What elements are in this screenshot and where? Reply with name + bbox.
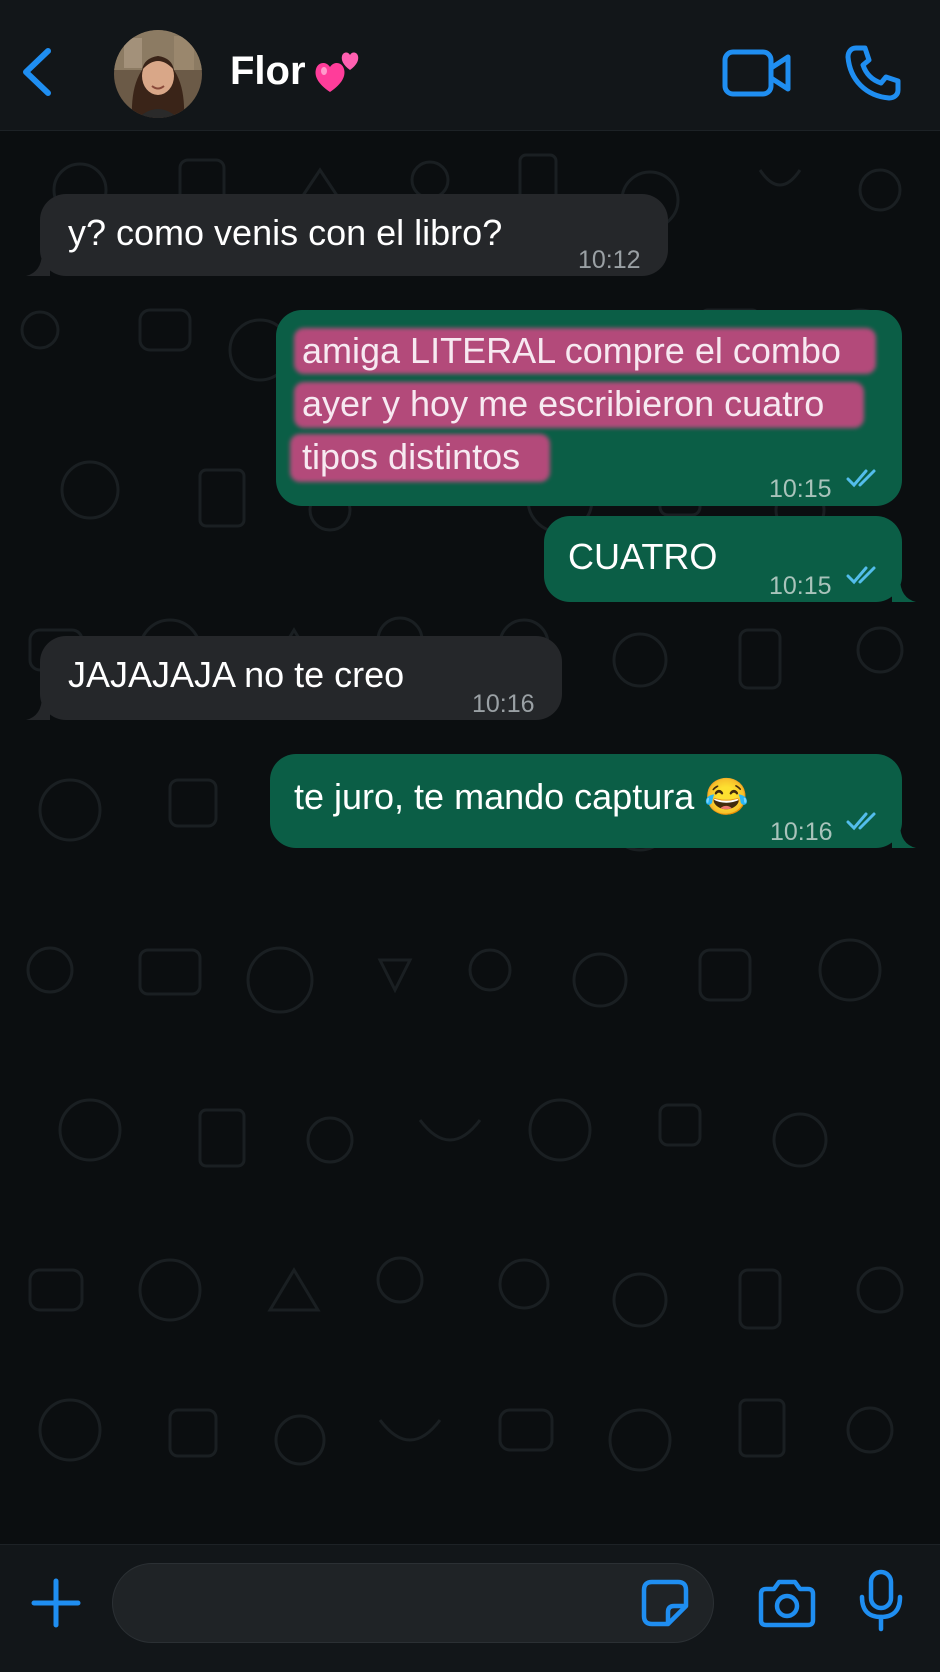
two-hearts-emoji <box>312 46 364 98</box>
plus-icon <box>31 1578 81 1628</box>
message-time: 10:15 <box>769 572 832 600</box>
message-text: y? como venis con el libro? <box>68 212 503 253</box>
message-text-line: ayer y hoy me escribieron cuatro <box>302 383 825 424</box>
message-bubble-outgoing[interactable]: CUATRO 10:15 <box>544 516 916 602</box>
video-camera-icon <box>722 49 791 97</box>
bubble-tail <box>892 824 916 848</box>
contact-name[interactable]: Flor <box>230 46 306 96</box>
message-text-line: amiga LITERAL compre el combo <box>302 330 841 371</box>
sticker-icon <box>641 1579 689 1627</box>
message-bubble-incoming[interactable]: y? como venis con el libro? 10:12 <box>26 194 668 276</box>
message-text: CUATRO <box>568 536 718 577</box>
message-bubble-outgoing[interactable]: te juro, te mando captura 😂 10:16 <box>270 754 916 848</box>
camera-icon <box>758 1579 816 1628</box>
bubble-tail <box>26 696 50 720</box>
chevron-left-icon <box>23 48 51 96</box>
phone-icon <box>845 45 901 101</box>
message-time: 10:16 <box>770 818 833 846</box>
message-time: 10:12 <box>578 246 641 274</box>
message-bubble-outgoing[interactable]: amiga LITERAL compre el combo ayer y hoy… <box>276 310 902 506</box>
read-ticks-icon <box>846 469 876 488</box>
bubble-tail <box>26 252 50 276</box>
attach-button[interactable] <box>30 1577 82 1629</box>
message-time: 10:16 <box>472 690 535 718</box>
chat-screen: Flor y? como venis con el libro? 10:12 a… <box>0 0 940 1672</box>
message-time: 10:15 <box>769 475 832 503</box>
message-input-bar <box>0 1544 940 1672</box>
read-ticks-icon <box>846 812 876 831</box>
message-text: JAJAJAJA no te creo <box>68 654 405 695</box>
message-input[interactable] <box>112 1563 714 1643</box>
message-text: te juro, te mando captura 😂 <box>294 776 750 817</box>
chat-header: Flor <box>0 0 940 131</box>
voice-call-button[interactable] <box>844 44 902 102</box>
contact-avatar[interactable] <box>114 30 202 118</box>
read-ticks-icon <box>846 566 876 585</box>
video-call-button[interactable] <box>722 46 792 100</box>
message-bubble-incoming[interactable]: JAJAJAJA no te creo 10:16 <box>26 636 562 720</box>
sticker-button[interactable] <box>640 1578 690 1628</box>
message-text-line: tipos distintos <box>302 436 521 477</box>
avatar-photo <box>114 30 202 118</box>
microphone-icon <box>859 1569 903 1632</box>
back-button[interactable] <box>14 42 60 102</box>
voice-message-button[interactable] <box>856 1569 906 1633</box>
camera-button[interactable] <box>758 1577 816 1629</box>
bubble-tail <box>892 578 916 602</box>
